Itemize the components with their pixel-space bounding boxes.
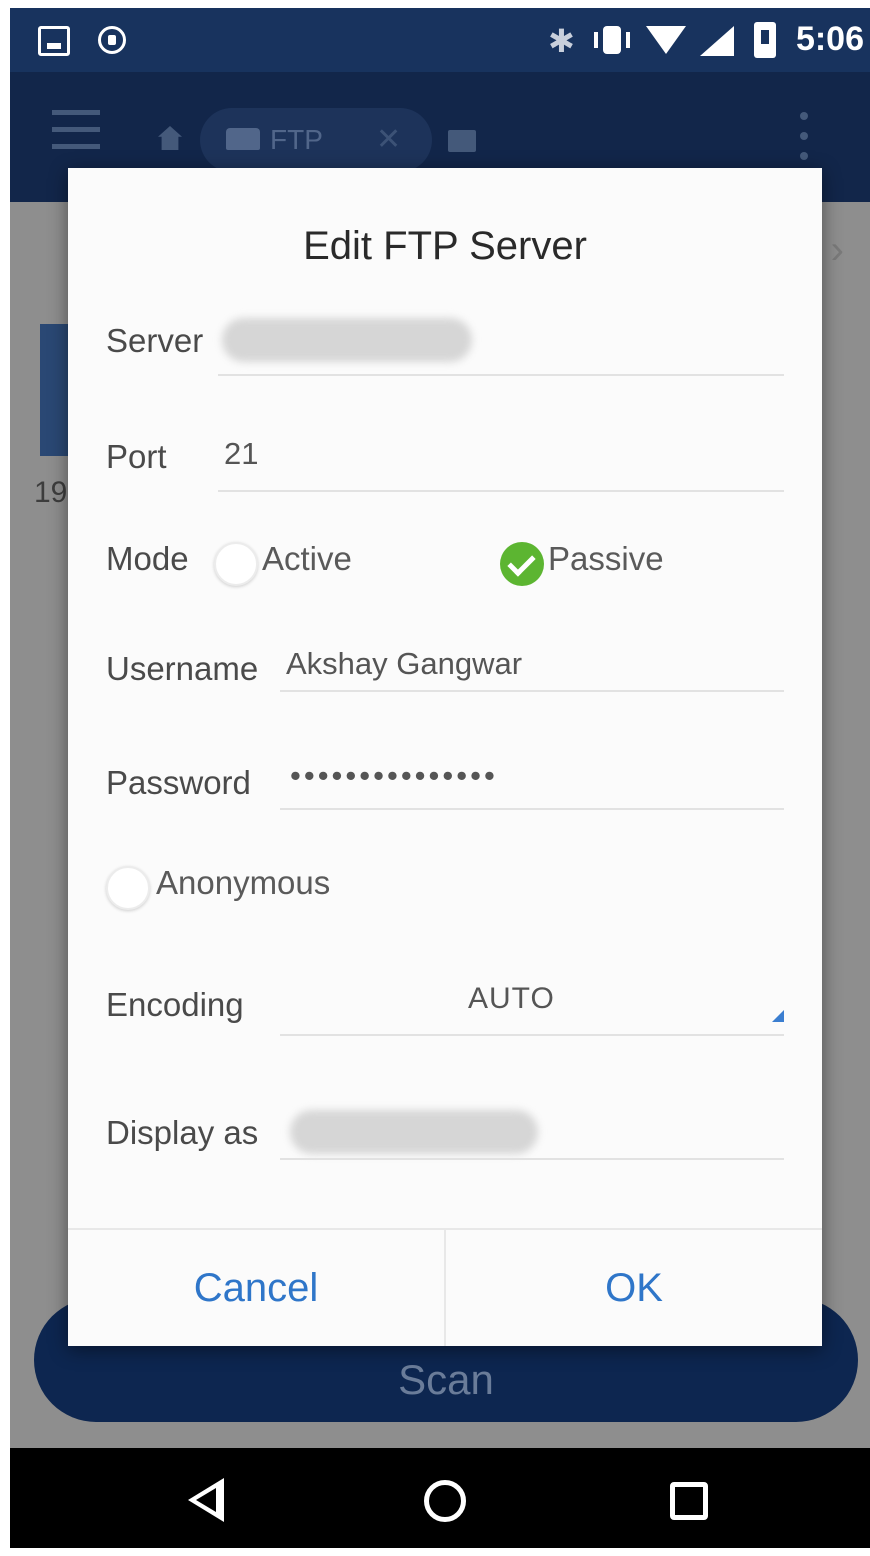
background-text: 19 (34, 476, 68, 509)
mode-label: Mode (106, 540, 189, 577)
bluetooth-icon: ✱ (548, 22, 575, 60)
encoding-select-value[interactable]: AUTO (468, 982, 555, 1016)
wifi-icon (646, 26, 686, 54)
shield-icon (98, 26, 126, 54)
home-icon[interactable] (158, 126, 182, 150)
dropdown-arrow-icon[interactable] (772, 1010, 784, 1022)
mode-passive-label[interactable]: Passive (548, 540, 664, 578)
background-card (40, 324, 70, 456)
anonymous-label[interactable]: Anonymous (156, 864, 330, 902)
mode-active-label[interactable]: Active (262, 540, 352, 578)
image-icon (38, 26, 70, 56)
scan-label: Scan (398, 1356, 494, 1403)
encoding-select[interactable] (280, 1034, 784, 1036)
recents-icon[interactable] (670, 1482, 708, 1520)
username-input[interactable] (280, 690, 784, 692)
display-as-label: Display as (106, 1114, 259, 1151)
port-value[interactable]: 21 (224, 436, 258, 472)
server-input[interactable] (218, 374, 784, 376)
ok-button[interactable]: OK (446, 1230, 822, 1346)
vibrate-icon (594, 24, 630, 56)
mode-passive-radio[interactable] (500, 542, 544, 586)
chevron-right-icon: › (830, 228, 844, 272)
port-input[interactable] (218, 490, 784, 492)
tab-ftp-label: FTP (270, 124, 323, 155)
dialog-title: Edit FTP Server (303, 224, 587, 268)
password-label: Password (106, 764, 251, 801)
username-value[interactable]: Akshay Gangwar (286, 646, 522, 682)
close-icon[interactable]: ✕ (376, 122, 401, 157)
tab-ftp[interactable]: FTP ✕ (200, 108, 432, 172)
signal-icon (700, 26, 734, 56)
mode-active-radio[interactable] (214, 542, 258, 586)
password-input[interactable] (280, 808, 784, 810)
server-label: Server (106, 322, 204, 359)
back-icon[interactable] (188, 1478, 224, 1522)
port-label: Port (106, 438, 167, 475)
phone-screen: ✱ 5:06 FTP ✕ 19 › Scan Edit FTP Server S… (10, 8, 870, 1548)
menu-icon[interactable] (52, 110, 100, 154)
password-value[interactable]: ••••••••••••••• (290, 758, 498, 794)
more-icon[interactable] (800, 112, 808, 172)
username-label: Username (106, 650, 259, 687)
navigation-bar (10, 1448, 870, 1548)
status-bar: ✱ 5:06 (10, 8, 870, 72)
cancel-button[interactable]: Cancel (68, 1230, 444, 1346)
display-as-value-redacted (290, 1110, 538, 1154)
display-as-input[interactable] (280, 1158, 784, 1160)
edit-ftp-server-dialog: Edit FTP Server Server Port 21 Mode Acti… (68, 168, 822, 1346)
battery-icon (754, 22, 776, 58)
anonymous-checkbox[interactable] (106, 866, 150, 910)
status-time: 5:06 (795, 20, 864, 58)
ftp-drive-icon (226, 128, 260, 150)
folder-icon[interactable] (448, 130, 476, 152)
home-nav-icon[interactable] (424, 1480, 466, 1522)
encoding-label: Encoding (106, 986, 244, 1023)
server-value-redacted (222, 318, 472, 362)
